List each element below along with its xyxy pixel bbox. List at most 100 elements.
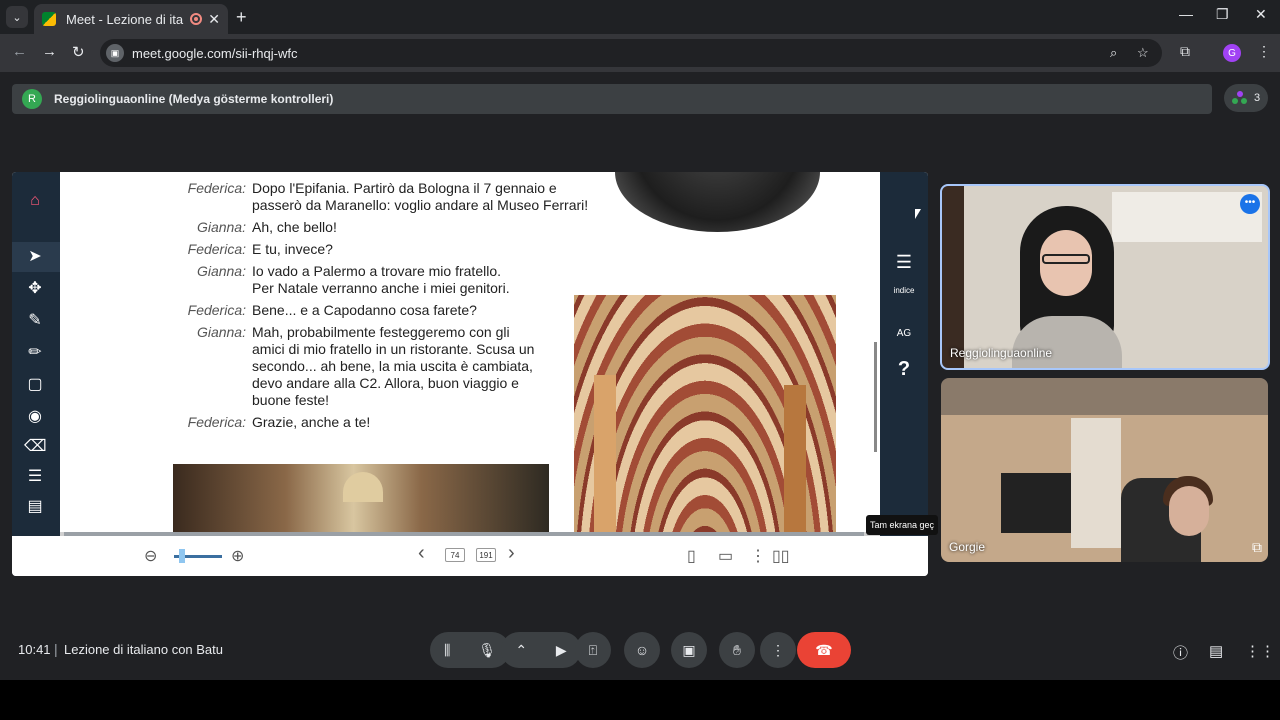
next-page-icon[interactable]: ›	[508, 542, 515, 565]
eraser-icon[interactable]: ⌫	[24, 436, 47, 458]
maximize-button[interactable]: ❐	[1216, 6, 1229, 23]
dialog-text-line: Bene... e a Capodanno cosa farete?	[252, 302, 477, 318]
browser-tab[interactable]: Meet - Lezione di italiano c ✕	[34, 4, 228, 34]
chat-icon[interactable]: ▤	[1209, 642, 1223, 660]
eye-icon[interactable]: ◉	[24, 406, 46, 428]
meeting-time: 10:41	[18, 642, 51, 657]
list-icon[interactable]: ☰	[892, 252, 916, 273]
dialog-line: amici di mio fratello in un ristorante. …	[180, 341, 620, 358]
meeting-name: Lezione di italiano con Batu	[64, 642, 224, 657]
crop-icon[interactable]: ⧉	[1252, 539, 1262, 556]
home-icon[interactable]: ⌂	[24, 190, 46, 212]
previous-page-icon[interactable]: ‹	[418, 542, 425, 565]
dialog-line: Federica: Dopo l'Epifania. Partirò da Bol…	[180, 180, 620, 197]
speaker-label	[180, 341, 246, 358]
dialog-text-line: amici di mio fratello in un ristorante. …	[252, 341, 535, 357]
move-icon[interactable]: ✥	[24, 278, 46, 300]
bookmark-star-icon[interactable]: ☆	[1137, 45, 1149, 61]
minimize-button[interactable]: —	[1179, 6, 1193, 22]
current-page-field[interactable]: 74	[445, 548, 465, 562]
window-close-button[interactable]: ✕	[1255, 6, 1267, 23]
dialog-line: devo andare alla C2. Allora, buon viaggi…	[180, 375, 620, 392]
reactions-button[interactable]: ☺	[624, 632, 660, 668]
double-page-icon[interactable]: ▯▯	[772, 546, 790, 566]
dialog-text: Federica: Dopo l'Epifania. Partirò da Bol…	[180, 180, 620, 436]
participant-tile[interactable]: Gorgie ⧉	[941, 378, 1268, 562]
browser-menu-icon[interactable]: ⋮	[1257, 43, 1271, 60]
url-text: meet.google.com/sii-rhqj-wfc	[132, 45, 298, 61]
speaker-label	[180, 358, 246, 375]
raise-hand-button[interactable]: ✋︎	[719, 632, 755, 668]
dialog-line: Per Natale verranno anche i miei genitor…	[180, 280, 620, 297]
tab-search-button[interactable]: ⌄	[6, 6, 28, 28]
pointer-icon[interactable]: ➤	[24, 246, 46, 268]
leave-call-button[interactable]: ☎	[797, 632, 851, 668]
meet-favicon-icon	[42, 12, 56, 26]
vertical-scrollbar[interactable]	[874, 342, 877, 452]
profile-avatar[interactable]: G	[1223, 44, 1241, 62]
pen-icon[interactable]: ✏	[24, 342, 46, 364]
more-vert-icon[interactable]: ⋮	[750, 546, 766, 566]
back-icon[interactable]: ←	[12, 43, 27, 60]
tab-close-button[interactable]: ✕	[208, 11, 220, 28]
dialog-line: Gianna: Ah, che bello!	[180, 219, 620, 236]
more-vert-icon: ⋮	[771, 641, 785, 658]
dialog-text-line: devo andare alla C2. Allora, buon viaggi…	[252, 375, 519, 391]
reload-icon[interactable]: ↻	[72, 43, 85, 61]
forward-icon[interactable]: →	[42, 43, 57, 60]
dialog-text-line: Per Natale verranno anche i miei genitor…	[252, 280, 510, 296]
present-button[interactable]: ⍐	[575, 632, 611, 668]
more-options-button[interactable]: ⋮	[760, 632, 796, 668]
more-options-icon[interactable]: •••	[1240, 194, 1260, 214]
fit-height-icon[interactable]: ▯	[687, 546, 696, 566]
speaker-label: Federica:	[187, 241, 246, 257]
rectangle-icon[interactable]: ▢	[24, 374, 46, 396]
present-screen-icon: ⍐	[588, 641, 598, 658]
dialog-line: secondo... ah bene, la mia uscita è camb…	[180, 358, 620, 375]
speaker-label: Federica:	[187, 414, 246, 430]
captions-button[interactable]: ▣	[671, 632, 707, 668]
mouse-cursor-icon	[915, 209, 921, 219]
recording-icon	[190, 13, 203, 25]
participants-button[interactable]: 3	[1224, 84, 1268, 112]
help-button[interactable]: ?	[892, 358, 916, 381]
participant-tile[interactable]: ••• Reggiolinguaonline	[940, 184, 1270, 370]
new-tab-button[interactable]: +	[236, 7, 247, 28]
chevron-up-icon[interactable]: ⌃	[515, 642, 527, 659]
tab-title: Meet - Lezione di italiano c	[66, 11, 184, 27]
dialog-text-line: E tu, invece?	[252, 241, 333, 257]
address-bar[interactable]: ▣ meet.google.com/sii-rhqj-wfc ⌕ ☆	[100, 39, 1162, 67]
camera-control[interactable]: ⌃ ▶︎	[501, 632, 581, 668]
site-info-icon[interactable]: ▣	[106, 44, 124, 62]
fullscreen-tooltip: Tam ekrana geç	[866, 515, 938, 535]
camera-icon[interactable]: ▶︎	[556, 642, 567, 659]
fit-width-icon[interactable]: ▭	[718, 546, 733, 566]
zoom-in-icon[interactable]: ⊕	[231, 546, 244, 566]
dialog-line: buone feste!	[180, 392, 620, 409]
mic-control[interactable]: ⫼ 🎙︎	[430, 632, 510, 668]
audio-levels-icon[interactable]: ⫼	[444, 642, 450, 659]
info-icon[interactable]: ⓘ	[1173, 642, 1188, 663]
speaker-label	[180, 392, 246, 409]
index-button[interactable]: indice	[892, 286, 916, 295]
microphone-icon[interactable]: 🎙︎	[478, 642, 496, 659]
zoom-icon[interactable]: ⌕	[1110, 45, 1117, 61]
dialog-text-line: Mah, probabilmente festeggeremo con gli	[252, 324, 510, 340]
separator: |	[54, 641, 58, 657]
ag-button[interactable]: AG	[892, 328, 916, 339]
zoom-out-icon[interactable]: ⊖	[144, 546, 157, 566]
chevron-down-icon: ⌄	[12, 11, 22, 24]
speaker-label	[180, 375, 246, 392]
dialog-text-line: buone feste!	[252, 392, 330, 408]
document-icon[interactable]: ▤	[24, 496, 46, 518]
portico-photo	[574, 295, 836, 532]
zoom-slider-handle[interactable]	[179, 549, 185, 563]
dialog-line: passerò da Maranello: voglio andare al M…	[180, 197, 620, 214]
shared-screen: ⌂ ➤ ✥ ✎ ✏ ▢ ◉ ⌫ ☰ ▤ Federica: Dopo l'Epif…	[12, 172, 928, 576]
notes-icon[interactable]: ☰	[24, 466, 46, 488]
dialog-line: Federica: Bene... e a Capodanno cosa fare…	[180, 302, 620, 319]
marker-icon[interactable]: ✎	[24, 310, 46, 332]
street-photo	[173, 464, 549, 532]
extensions-icon[interactable]: ⧉	[1180, 43, 1190, 60]
activities-icon[interactable]: ⋮⋮	[1245, 642, 1275, 660]
